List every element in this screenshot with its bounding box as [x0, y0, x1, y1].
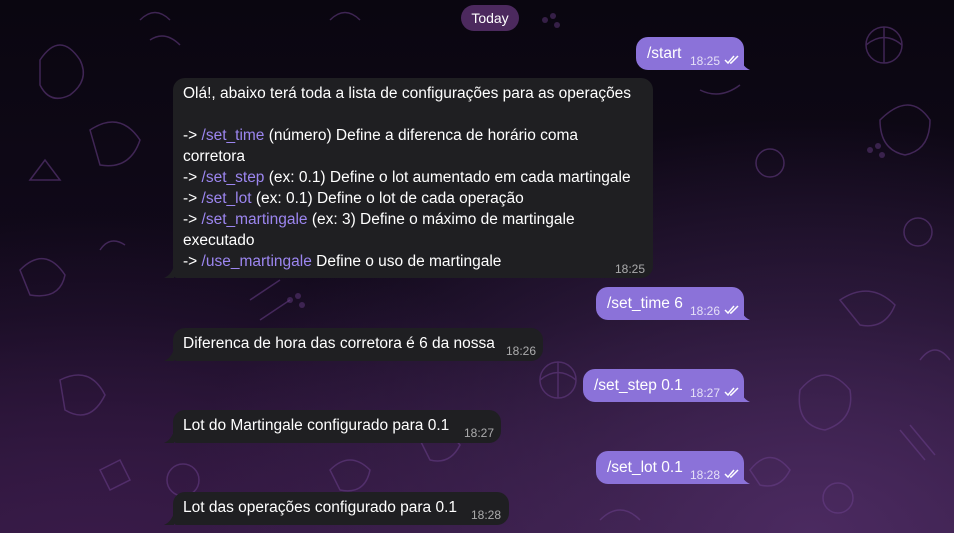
help-line: -> /set_step (ex: 0.1) Define o lot aume…: [183, 167, 631, 188]
command-link-use-martingale[interactable]: /use_martingale: [202, 253, 312, 270]
line-prefix: ->: [183, 190, 202, 207]
help-line: -> /use_martingale Define o uso de marti…: [183, 251, 631, 272]
message-time: 18:28: [690, 468, 721, 482]
double-check-icon: [724, 55, 739, 65]
message-text: Lot das operações configurado para 0.1: [183, 499, 458, 516]
help-line: corretora: [183, 146, 631, 167]
command-link-set-lot[interactable]: /set_lot: [202, 190, 252, 207]
message-text: /set_time 6: [607, 295, 683, 312]
bubble-tail: [740, 58, 750, 70]
command-description: corretora: [183, 148, 246, 165]
help-line: -> /set_time (número) Define a diferenca…: [183, 125, 631, 146]
command-link-set-time[interactable]: /set_time: [202, 127, 265, 144]
message-text: /set_step 0.1: [594, 377, 683, 394]
command-link-set-step[interactable]: /set_step: [202, 169, 265, 186]
line-prefix: ->: [183, 127, 202, 144]
bubble-tail: [164, 431, 174, 443]
help-message-body: Olá!, abaixo terá toda a lista de config…: [183, 83, 631, 272]
outgoing-message[interactable]: /set_lot 0.1 18:28: [596, 451, 744, 484]
bubble-tail: [740, 472, 750, 484]
bubble-tail: [740, 390, 750, 402]
command-description: (ex: 0.1) Define o lot aumentado em cada…: [264, 169, 631, 186]
message-text: Olá!, abaixo terá toda a lista de config…: [183, 85, 632, 102]
date-separator: Today: [461, 5, 519, 31]
message-text: Diferenca de hora das corretora é 6 da n…: [183, 335, 495, 352]
bubble-tail: [740, 308, 750, 320]
command-description: (ex: 3) Define o máximo de martingale: [307, 211, 575, 228]
incoming-message[interactable]: Lot do Martingale configurado para 0.1 1…: [173, 410, 501, 443]
command-description: (ex: 0.1) Define o lot de cada operação: [251, 190, 524, 207]
outgoing-message[interactable]: /set_step 0.1 18:27: [583, 369, 744, 402]
incoming-message[interactable]: Diferenca de hora das corretora é 6 da n…: [173, 328, 543, 361]
outgoing-message[interactable]: /start 18:25: [636, 37, 744, 70]
message-text: /start: [647, 45, 682, 62]
message-time: 18:28: [471, 508, 502, 522]
outgoing-message[interactable]: /set_time 6 18:26: [596, 287, 744, 320]
message-text: /set_lot 0.1: [607, 459, 683, 476]
chat-view[interactable]: Today /start 18:25 Olá!, abaixo terá tod…: [0, 0, 954, 533]
bubble-tail: [164, 349, 174, 361]
message-time: 18:26: [506, 344, 537, 358]
line-prefix: ->: [183, 169, 202, 186]
incoming-message[interactable]: Olá!, abaixo terá toda a lista de config…: [173, 78, 653, 278]
line-prefix: ->: [183, 211, 202, 228]
message-time: 18:25: [690, 54, 721, 68]
incoming-message[interactable]: Lot das operações configurado para 0.1 1…: [173, 492, 509, 525]
help-line: -> /set_lot (ex: 0.1) Define o lot de ca…: [183, 188, 631, 209]
help-line: executado: [183, 230, 631, 251]
double-check-icon: [724, 305, 739, 315]
message-time: 18:25: [615, 262, 646, 276]
message-time: 18:27: [464, 426, 495, 440]
command-description: Define o uso de martingale: [311, 253, 502, 270]
message-text: Lot do Martingale configurado para 0.1: [183, 417, 450, 434]
line-prefix: ->: [183, 253, 202, 270]
double-check-icon: [724, 387, 739, 397]
help-line: -> /set_martingale (ex: 3) Define o máxi…: [183, 209, 631, 230]
bubble-tail: [164, 266, 174, 278]
double-check-icon: [724, 469, 739, 479]
bubble-tail: [164, 513, 174, 525]
message-time: 18:26: [690, 304, 721, 318]
command-description: executado: [183, 232, 255, 249]
message-time: 18:27: [690, 386, 721, 400]
command-description: (número) Define a diferenca de horário c…: [264, 127, 579, 144]
command-link-set-martingale[interactable]: /set_martingale: [202, 211, 308, 228]
